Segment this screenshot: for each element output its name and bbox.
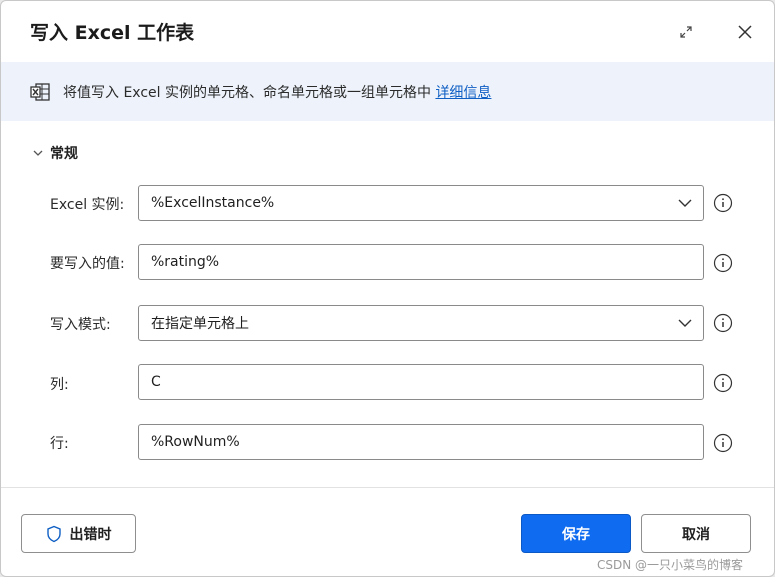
write-mode-select[interactable]: 在指定单元格上: [138, 305, 704, 341]
write-mode-value: 在指定单元格上: [151, 316, 249, 332]
section-title: 常规: [50, 146, 78, 162]
value-to-write-value: %rating%: [151, 254, 220, 270]
column-value: C: [151, 374, 161, 390]
excel-instance-value: %ExcelInstance%: [151, 195, 275, 211]
banner-text: 将值写入 Excel 实例的单元格、命名单元格或一组单元格中 详细信息: [63, 82, 491, 102]
write-mode-label: 写入模式:: [50, 317, 111, 333]
excel-icon: [30, 82, 50, 101]
write-excel-dialog: 写入 Excel 工作表 将值写入 Excel 实例的单元格、命名单元格或一组单…: [0, 0, 775, 577]
learn-more-link[interactable]: 详细信息: [435, 85, 491, 101]
expand-button[interactable]: [673, 19, 699, 45]
value-to-write-input[interactable]: %rating%: [138, 244, 704, 280]
dialog-title: 写入 Excel 工作表: [30, 22, 195, 44]
excel-instance-info[interactable]: [713, 193, 733, 213]
cancel-button[interactable]: 取消: [641, 514, 751, 553]
chevron-down-icon: [678, 199, 692, 207]
value-to-write-info[interactable]: [713, 253, 733, 273]
watermark: CSDN @一只小菜鸟的博客: [597, 558, 744, 572]
info-icon: [713, 313, 733, 333]
section-general-toggle[interactable]: 常规: [32, 143, 78, 163]
banner-message: 将值写入 Excel 实例的单元格、命名单元格或一组单元格中: [63, 84, 431, 101]
chevron-down-icon: [33, 150, 43, 156]
row-label: 行:: [50, 436, 69, 452]
column-info[interactable]: [713, 373, 733, 393]
save-button[interactable]: 保存: [521, 514, 631, 553]
info-banner: 将值写入 Excel 实例的单元格、命名单元格或一组单元格中 详细信息: [1, 62, 774, 121]
row-info[interactable]: [713, 433, 733, 453]
row-input[interactable]: %RowNum%: [138, 424, 704, 460]
info-icon: [713, 373, 733, 393]
close-button[interactable]: [732, 19, 758, 45]
row-value: %RowNum%: [151, 434, 240, 450]
on-error-label: 出错时: [69, 526, 112, 543]
expand-icon: [680, 26, 692, 38]
excel-instance-label: Excel 实例:: [50, 197, 125, 213]
shield-icon: [46, 525, 61, 542]
column-label: 列:: [50, 377, 69, 393]
column-input[interactable]: C: [138, 364, 704, 400]
on-error-button[interactable]: 出错时: [21, 514, 136, 553]
excel-instance-select[interactable]: %ExcelInstance%: [138, 185, 704, 221]
chevron-down-icon: [678, 319, 692, 327]
info-icon: [713, 253, 733, 273]
info-icon: [713, 433, 733, 453]
write-mode-info[interactable]: [713, 313, 733, 333]
value-to-write-label: 要写入的值:: [50, 256, 125, 272]
info-icon: [713, 193, 733, 213]
close-icon: [738, 25, 752, 39]
footer-divider: [1, 487, 774, 488]
